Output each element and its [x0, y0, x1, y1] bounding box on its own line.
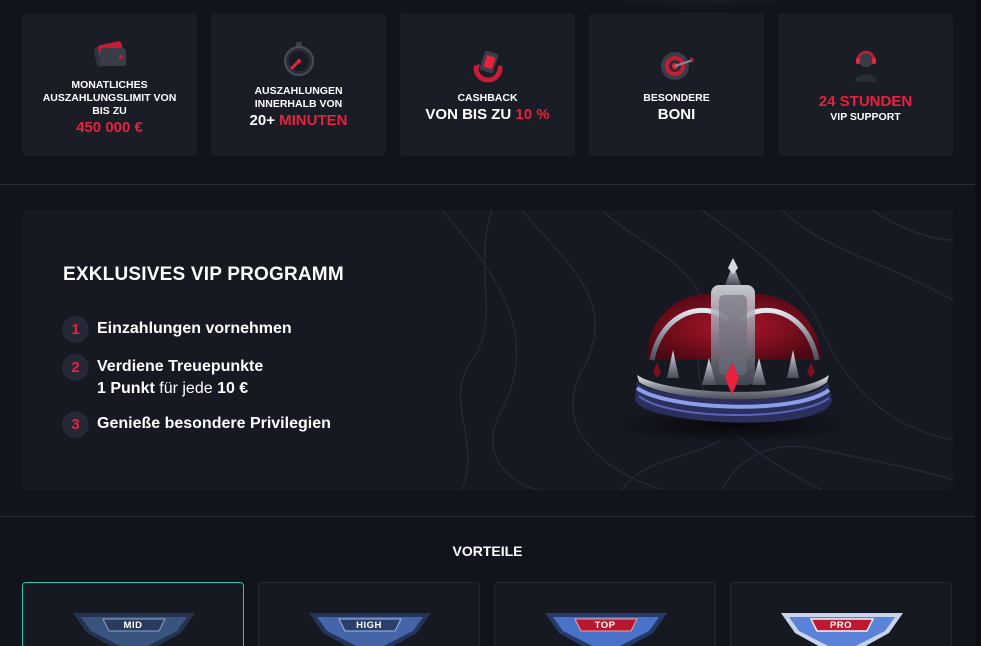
- tier-card-top[interactable]: TOP: [494, 582, 716, 646]
- feature-value: 20+ Minuten: [250, 111, 348, 130]
- feature-card-payout-time: Auszahlungen innerhalb von 20+ Minuten: [211, 13, 386, 156]
- tier-card-high[interactable]: HIGH: [258, 582, 480, 646]
- step-label-normal: für jede: [154, 380, 218, 397]
- feature-text-2: innerhalb von: [254, 98, 343, 110]
- page-scrollbar[interactable]: [975, 0, 981, 646]
- vip-program-title: Exklusives VIP Programm: [63, 264, 344, 285]
- support-agent-icon: [854, 50, 877, 82]
- section-divider: [0, 516, 975, 517]
- step-label: Verdiene Treuepunkte 1 Punkt für jede 10…: [97, 354, 263, 400]
- feature-text-1: Besondere: [643, 91, 710, 104]
- feature-value: 450 000 €: [76, 118, 143, 136]
- vip-program-panel: Exklusives VIP Programm 1 Einzahlungen v…: [22, 210, 953, 490]
- tier-label: MID: [123, 620, 143, 631]
- vip-step: 1 Einzahlungen vornehmen: [62, 316, 331, 343]
- step-label: Einzahlungen vornehmen: [97, 320, 292, 337]
- feature-value: 24 Stunden: [818, 92, 913, 110]
- step-number-badge: 3: [62, 411, 89, 438]
- target-icon: [660, 51, 694, 80]
- feature-text-1: Auszahlungen: [254, 85, 343, 97]
- tier-label: PRO: [829, 620, 853, 631]
- vip-step: 3 Genieße besondere Privilegien: [62, 411, 331, 438]
- feature-card-payout-limit: Monatliches Auszahlungslimit von bis zu …: [22, 13, 197, 156]
- vip-steps-list: 1 Einzahlungen vornehmen 2 Verdiene Treu…: [62, 316, 331, 449]
- feature-text-1: VIP Support: [830, 110, 901, 123]
- step-label-line2: 1 Punkt für jede 10 €: [97, 378, 263, 400]
- tier-label: HIGH: [356, 620, 382, 631]
- step-number-badge: 2: [62, 354, 89, 381]
- step-label-tail: 10 €: [217, 380, 249, 397]
- feature-value: von bis zu 10 %: [425, 105, 549, 124]
- header-glow: [550, 0, 850, 10]
- wallet-icon: [93, 40, 126, 67]
- cashback-icon: [473, 50, 502, 82]
- feature-card-bonuses: Besondere Boni: [589, 13, 764, 156]
- tier-cards-row: MID HIGH TOP PRO: [22, 582, 953, 646]
- features-row: Monatliches Auszahlungslimit von bis zu …: [22, 13, 953, 156]
- feature-value-red: Minuten: [279, 112, 348, 129]
- feature-value: Boni: [657, 105, 696, 123]
- feature-text-1: Monatliches: [71, 78, 148, 91]
- feature-text-1: Cashback: [457, 91, 518, 104]
- crown-image: [612, 258, 847, 443]
- step-label: Genieße besondere Privilegien: [97, 415, 331, 432]
- tier-card-mid[interactable]: MID: [22, 582, 244, 646]
- feature-card-vip-support: 24 Stunden VIP Support: [778, 13, 953, 156]
- tier-label: TOP: [594, 620, 616, 631]
- feature-value-red: 10 %: [515, 105, 550, 123]
- tier-card-pro[interactable]: PRO: [730, 582, 952, 646]
- step-label-line1: Verdiene Treuepunkte: [97, 358, 264, 375]
- benefits-title: Vorteile: [452, 543, 523, 559]
- feature-value-white: 20+: [249, 112, 275, 129]
- section-divider: [0, 184, 975, 185]
- feature-text-2: Auszahlungslimit von: [42, 91, 177, 104]
- stopwatch-icon: [283, 42, 314, 76]
- feature-card-cashback: Cashback von bis zu 10 %: [400, 13, 575, 156]
- step-number-badge: 1: [62, 316, 89, 343]
- feature-value-white: von bis zu: [425, 105, 512, 123]
- feature-text-3: bis zu: [92, 104, 127, 117]
- vip-step: 2 Verdiene Treuepunkte 1 Punkt für jede …: [62, 354, 331, 400]
- step-label-bold: 1 Punkt: [97, 380, 155, 397]
